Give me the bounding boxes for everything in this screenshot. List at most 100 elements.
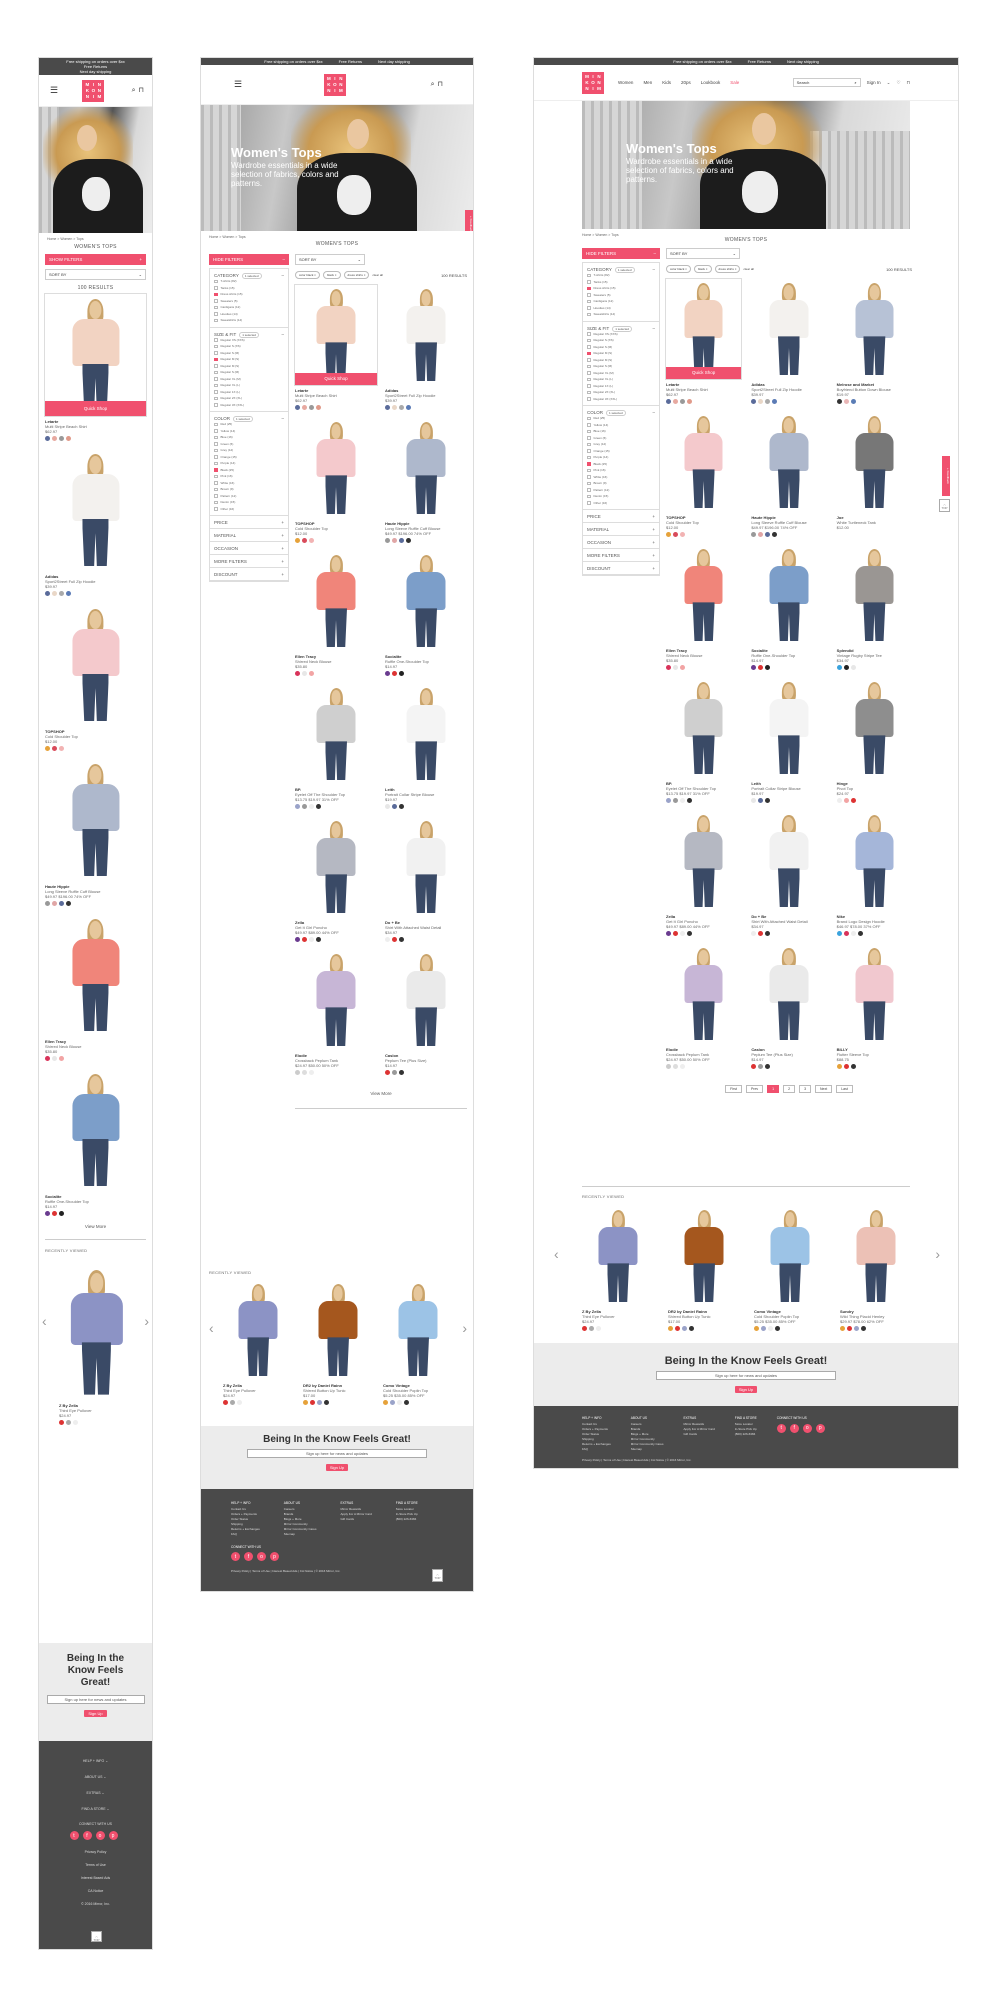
checkbox[interactable] bbox=[214, 364, 218, 368]
footer-link[interactable]: Interest Based Ads bbox=[39, 1872, 152, 1885]
facebook-icon[interactable]: f bbox=[244, 1552, 253, 1561]
filter-chip[interactable]: black × bbox=[693, 265, 712, 273]
color-swatch[interactable] bbox=[316, 937, 321, 942]
color-swatch[interactable] bbox=[761, 1326, 766, 1331]
filter-chip[interactable]: clear all bbox=[743, 267, 753, 271]
product-card[interactable]: Haute Hippie Long Sleeve Ruffle Cuff Blou… bbox=[751, 412, 827, 537]
color-swatch[interactable] bbox=[390, 1400, 395, 1405]
footer-link[interactable]: Privacy Policy bbox=[39, 1846, 152, 1859]
color-swatch[interactable] bbox=[758, 798, 764, 803]
newsletter-email-input[interactable]: Sign up here for news and updates bbox=[46, 1695, 145, 1704]
filter-discount[interactable]: DISCOUNT + bbox=[210, 568, 288, 581]
color-swatch[interactable] bbox=[758, 665, 764, 670]
color-swatch[interactable] bbox=[843, 665, 849, 670]
view-more-link[interactable]: View More bbox=[39, 1224, 152, 1229]
color-swatch[interactable] bbox=[309, 804, 314, 809]
product-card[interactable]: Do + Be Shirt With Attached Waist Detail $… bbox=[751, 811, 827, 936]
product-card[interactable]: Adidas Sport2Street Full Zip Hoodie $39.97 bbox=[385, 285, 467, 410]
color-swatch[interactable] bbox=[689, 1326, 694, 1331]
newsletter-email-input[interactable]: Sign up here for news and updates bbox=[656, 1371, 836, 1380]
color-swatch[interactable] bbox=[392, 804, 397, 809]
checkbox[interactable] bbox=[214, 422, 218, 426]
quick-shop-button[interactable]: Quick Shop bbox=[45, 401, 146, 416]
product-card[interactable]: Nike Brand Logo Design Hoodie $46.97 $78.0… bbox=[836, 811, 912, 936]
footer-link[interactable]: Terms of Use bbox=[39, 1859, 152, 1872]
checkbox[interactable] bbox=[214, 305, 218, 309]
color-swatch[interactable] bbox=[383, 1400, 388, 1405]
search-input[interactable]: Search ⌕ bbox=[792, 78, 861, 87]
footer-link[interactable]: Gift Cards bbox=[683, 1432, 714, 1437]
color-swatch[interactable] bbox=[673, 798, 678, 803]
checkbox[interactable] bbox=[587, 293, 591, 297]
color-swatch[interactable] bbox=[843, 931, 849, 936]
signup-button[interactable]: Sign Up bbox=[734, 1386, 758, 1393]
footer-accordion[interactable]: ABOUT US ⌄ bbox=[39, 1769, 152, 1785]
checkbox[interactable] bbox=[214, 396, 218, 400]
close-icon[interactable]: × bbox=[313, 273, 316, 277]
footer-accordion[interactable]: FIND A STORE ⌄ bbox=[39, 1801, 152, 1817]
footer-link[interactable]: CA Notice bbox=[39, 1885, 152, 1898]
checkbox[interactable] bbox=[587, 273, 591, 277]
filter-more-filters[interactable]: MORE FILTERS + bbox=[210, 555, 288, 568]
sort-select[interactable]: SORT BY ⌄ bbox=[45, 269, 146, 280]
product-card[interactable]: Zella Get It Girl Poncho $49.97 $89.00 44%… bbox=[666, 811, 742, 936]
color-swatch[interactable] bbox=[392, 538, 397, 543]
signup-button[interactable]: Sign Up bbox=[84, 1710, 107, 1717]
checkbox[interactable] bbox=[214, 318, 218, 322]
color-swatch[interactable] bbox=[772, 532, 778, 537]
facebook-icon[interactable]: f bbox=[82, 1831, 92, 1840]
color-swatch[interactable] bbox=[302, 538, 307, 543]
checkbox[interactable] bbox=[214, 507, 218, 511]
filter-option[interactable]: Regular 3X (XXL) bbox=[214, 402, 284, 409]
product-card[interactable]: Caslon Peplum Tee (Plus Size) $14.97 bbox=[385, 950, 467, 1075]
checkbox[interactable] bbox=[587, 397, 591, 401]
sort-select[interactable]: SORT BY ⌄ bbox=[666, 248, 740, 259]
heart-icon[interactable]: ♡ bbox=[896, 80, 900, 86]
color-swatch[interactable] bbox=[399, 538, 404, 543]
color-swatch[interactable] bbox=[682, 1326, 687, 1331]
product-card[interactable]: TOPSHOP Cold Shoulder Top $12.00 bbox=[295, 418, 377, 543]
color-swatch[interactable] bbox=[52, 1211, 57, 1216]
color-swatch[interactable] bbox=[765, 1064, 771, 1069]
color-swatch[interactable] bbox=[850, 798, 856, 803]
back-to-top-button[interactable]: ︿ TOP bbox=[432, 1569, 443, 1582]
checkbox[interactable] bbox=[214, 312, 218, 316]
color-swatch[interactable] bbox=[582, 1326, 587, 1331]
color-swatch[interactable] bbox=[680, 532, 685, 537]
color-swatch[interactable] bbox=[385, 937, 390, 942]
pinterest-icon[interactable]: p bbox=[270, 1552, 279, 1561]
checkbox[interactable] bbox=[214, 390, 218, 394]
color-swatch[interactable] bbox=[666, 665, 671, 670]
checkbox[interactable] bbox=[587, 494, 591, 498]
filter-chip[interactable]: clear all bbox=[372, 273, 382, 277]
product-card[interactable]: TOPSHOP Cold Shoulder Top $12.00 bbox=[666, 412, 742, 537]
product-card[interactable]: Ellen Tracy Shirred Neck Blouse $35.80 bbox=[666, 545, 742, 670]
color-swatch[interactable] bbox=[317, 1400, 322, 1405]
page-prev[interactable]: Prev bbox=[745, 1085, 764, 1093]
checkbox[interactable] bbox=[587, 423, 591, 427]
checkbox[interactable] bbox=[587, 429, 591, 433]
carousel-next-icon[interactable]: › bbox=[462, 1320, 467, 1336]
checkbox[interactable] bbox=[587, 384, 591, 388]
filter-chip[interactable]: black × bbox=[322, 271, 341, 279]
footer-link[interactable]: FAQ bbox=[231, 1532, 260, 1537]
show-filters-button[interactable]: SHOW FILTERS + bbox=[45, 254, 146, 265]
checkbox[interactable] bbox=[214, 481, 218, 485]
color-swatch[interactable] bbox=[52, 746, 57, 751]
quick-shop-button[interactable]: Quick Shop bbox=[666, 367, 742, 379]
color-swatch[interactable] bbox=[751, 931, 757, 936]
footer-accordion[interactable]: EXTRAS ⌄ bbox=[39, 1785, 152, 1801]
checkbox[interactable] bbox=[214, 442, 218, 446]
view-more-link[interactable]: View More bbox=[295, 1091, 467, 1096]
quick-shop-button[interactable]: Quick Shop bbox=[295, 373, 377, 385]
product-card[interactable]: Adidas Sport2Street Full Zip Hoodie $39.97 bbox=[751, 279, 827, 404]
color-swatch[interactable] bbox=[59, 901, 64, 906]
checkbox[interactable] bbox=[587, 449, 591, 453]
footer-link[interactable]: Gift Cards bbox=[340, 1517, 371, 1522]
color-swatch[interactable] bbox=[59, 746, 64, 751]
product-card[interactable]: Como Vintage Cold Shoulder Poplin Top $5.2… bbox=[754, 1206, 826, 1331]
checkbox[interactable] bbox=[214, 351, 218, 355]
color-swatch[interactable] bbox=[295, 405, 300, 410]
color-swatch[interactable] bbox=[295, 1070, 300, 1075]
color-swatch[interactable] bbox=[52, 591, 57, 596]
